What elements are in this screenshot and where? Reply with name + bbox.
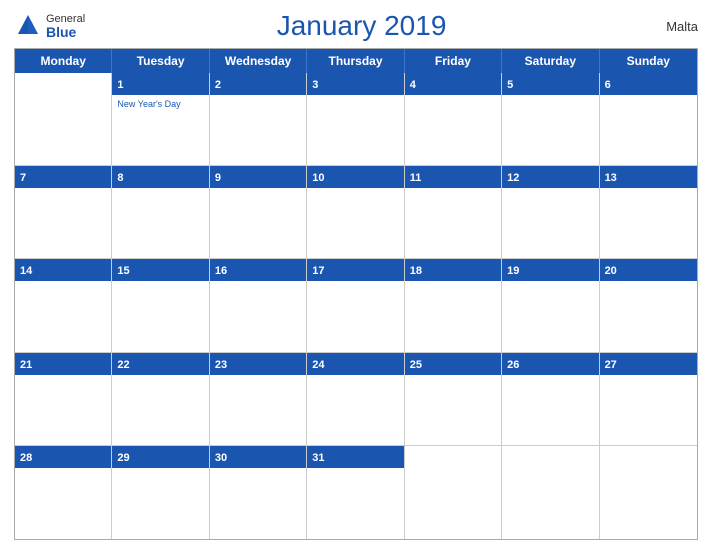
calendar-cell: 11 — [405, 166, 502, 259]
day-number: 26 — [507, 359, 519, 371]
day-number: 16 — [215, 265, 227, 277]
day-header-wednesday: Wednesday — [210, 49, 307, 73]
calendar-cell: 25 — [405, 353, 502, 446]
day-number: 7 — [20, 172, 26, 184]
day-number: 24 — [312, 359, 324, 371]
day-number: 9 — [215, 172, 221, 184]
calendar-week-2: 14 15 16 17 18 19 20 — [15, 259, 697, 352]
calendar-cell: 19 — [502, 259, 599, 352]
day-number: 14 — [20, 265, 32, 277]
logo-icon — [14, 12, 42, 40]
day-number: 6 — [605, 79, 611, 91]
calendar-cell: 1 New Year's Day — [112, 73, 209, 166]
day-number: 27 — [605, 359, 617, 371]
month-title: January 2019 — [85, 10, 638, 42]
logo-general-text: General — [46, 14, 85, 25]
day-number: 1 — [117, 79, 123, 91]
day-number: 28 — [20, 452, 32, 464]
calendar-cell: 30 — [210, 446, 307, 539]
logo: General Blue — [14, 12, 85, 40]
day-number: 31 — [312, 452, 324, 464]
calendar-cell: 22 — [112, 353, 209, 446]
calendar-cell: 24 — [307, 353, 404, 446]
day-number: 17 — [312, 265, 324, 277]
holiday-label: New Year's Day — [117, 99, 203, 109]
calendar-week-3: 21 22 23 24 25 26 27 — [15, 353, 697, 446]
day-header-monday: Monday — [15, 49, 112, 73]
calendar-cell — [405, 446, 502, 539]
calendar-cell: 14 — [15, 259, 112, 352]
calendar-body: 1New Year's Day2345678910111213141516171… — [15, 73, 697, 539]
day-header-friday: Friday — [405, 49, 502, 73]
calendar-cell: 16 — [210, 259, 307, 352]
calendar-cell: 5 — [502, 73, 599, 166]
day-number: 12 — [507, 172, 519, 184]
calendar-week-1: 7 8 9 10 11 12 13 — [15, 166, 697, 259]
day-header-saturday: Saturday — [502, 49, 599, 73]
logo-blue-text: Blue — [46, 25, 85, 39]
country-label: Malta — [638, 19, 698, 34]
calendar-cell: 10 — [307, 166, 404, 259]
day-number: 10 — [312, 172, 324, 184]
day-header-thursday: Thursday — [307, 49, 404, 73]
calendar-cell: 9 — [210, 166, 307, 259]
day-number: 22 — [117, 359, 129, 371]
day-number: 13 — [605, 172, 617, 184]
day-number: 5 — [507, 79, 513, 91]
day-header-sunday: Sunday — [600, 49, 697, 73]
calendar-cell: 8 — [112, 166, 209, 259]
calendar-cell: 2 — [210, 73, 307, 166]
calendar-cell: 21 — [15, 353, 112, 446]
calendar-cell: 27 — [600, 353, 697, 446]
calendar: MondayTuesdayWednesdayThursdayFridaySatu… — [14, 48, 698, 540]
calendar-cell — [600, 446, 697, 539]
calendar-cell: 7 — [15, 166, 112, 259]
calendar-cell: 18 — [405, 259, 502, 352]
logo-text: General Blue — [46, 14, 85, 39]
calendar-cell: 15 — [112, 259, 209, 352]
calendar-cell: 23 — [210, 353, 307, 446]
calendar-cell: 4 — [405, 73, 502, 166]
day-header-tuesday: Tuesday — [112, 49, 209, 73]
day-number: 15 — [117, 265, 129, 277]
calendar-cell: 3 — [307, 73, 404, 166]
calendar-header-row: MondayTuesdayWednesdayThursdayFridaySatu… — [15, 49, 697, 73]
day-number: 19 — [507, 265, 519, 277]
calendar-cell: 29 — [112, 446, 209, 539]
day-number: 3 — [312, 79, 318, 91]
day-number: 4 — [410, 79, 416, 91]
calendar-cell — [502, 446, 599, 539]
day-number: 29 — [117, 452, 129, 464]
day-number: 18 — [410, 265, 422, 277]
calendar-cell: 28 — [15, 446, 112, 539]
calendar-cell: 26 — [502, 353, 599, 446]
calendar-cell: 13 — [600, 166, 697, 259]
day-number: 8 — [117, 172, 123, 184]
day-number: 11 — [410, 172, 422, 184]
calendar-cell: 17 — [307, 259, 404, 352]
day-number: 21 — [20, 359, 32, 371]
calendar-cell: 20 — [600, 259, 697, 352]
calendar-week-0: 1 New Year's Day 2 3 4 5 6 — [15, 73, 697, 166]
day-number: 20 — [605, 265, 617, 277]
calendar-header: General Blue January 2019 Malta — [14, 10, 698, 42]
calendar-cell: 6 — [600, 73, 697, 166]
day-number: 30 — [215, 452, 227, 464]
day-number: 2 — [215, 79, 221, 91]
day-number: 25 — [410, 359, 422, 371]
day-number: 23 — [215, 359, 227, 371]
calendar-cell: 31 — [307, 446, 404, 539]
calendar-cell — [15, 73, 112, 166]
calendar-week-4: 28 29 30 31 — [15, 446, 697, 539]
calendar-cell: 12 — [502, 166, 599, 259]
